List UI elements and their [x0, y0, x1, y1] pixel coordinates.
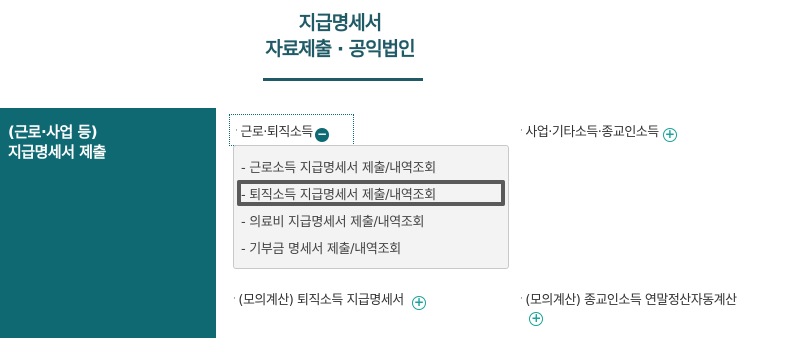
sidebar-title-line1: (근로·사업 등)	[8, 123, 98, 141]
header-underline	[263, 78, 423, 81]
submenu-item-retirement-statement[interactable]: - 퇴직소득 지급명세서 제출/내역조회	[241, 184, 436, 203]
header-title-line2: 자료제출 · 공익법인	[265, 38, 415, 60]
menu-labor-retirement-label: 근로·퇴직소득	[240, 125, 313, 140]
collapse-minus-icon[interactable]: −	[314, 128, 329, 142]
page-header: 지급명세서 자료제출 · 공익법인	[255, 10, 425, 81]
menu-mock-retirement-label: (모의계산) 퇴직소득 지급명세서	[238, 293, 404, 308]
menu-mock-religious[interactable]: · (모의계산) 종교인소득 연말정산자동계산	[520, 289, 737, 308]
header-title-line1: 지급명세서	[298, 12, 382, 34]
menu-mock-retirement[interactable]: · (모의계산) 퇴직소득 지급명세서 +	[233, 289, 426, 310]
submenu-item-medical-statement[interactable]: - 의료비 지급명세서 제출/내역조회	[241, 211, 425, 230]
menu-business-other[interactable]: · 사업·기타소득·종교인소득 +	[520, 121, 677, 142]
labor-retirement-submenu: - 근로소득 지급명세서 제출/내역조회 - 퇴직소득 지급명세서 제출/내역조…	[233, 145, 509, 269]
sidebar-title-line2: 지급명세서 제출	[8, 143, 106, 161]
bullet: ·	[233, 294, 236, 304]
menu-labor-retirement[interactable]: · 근로·퇴직소득 −	[235, 121, 329, 142]
menu-mock-religious-expand[interactable]: +	[529, 309, 543, 326]
bullet: ·	[520, 126, 523, 136]
expand-plus-icon[interactable]: +	[662, 128, 677, 142]
bullet: ·	[520, 294, 523, 304]
submenu-item-labor-statement[interactable]: - 근로소득 지급명세서 제출/내역조회	[241, 157, 436, 176]
expand-plus-icon[interactable]: +	[411, 296, 426, 310]
menu-business-other-label: 사업·기타소득·종교인소득	[525, 125, 659, 140]
menu-mock-religious-label: (모의계산) 종교인소득 연말정산자동계산	[525, 293, 737, 308]
bullet: ·	[235, 126, 238, 136]
sidebar-title: (근로·사업 등) 지급명세서 제출	[8, 122, 106, 162]
submenu-item-donation-statement[interactable]: - 기부금 명세서 제출/내역조회	[241, 238, 401, 257]
expand-plus-icon[interactable]: +	[529, 312, 543, 326]
sidebar-panel: (근로·사업 등) 지급명세서 제출	[0, 108, 216, 338]
